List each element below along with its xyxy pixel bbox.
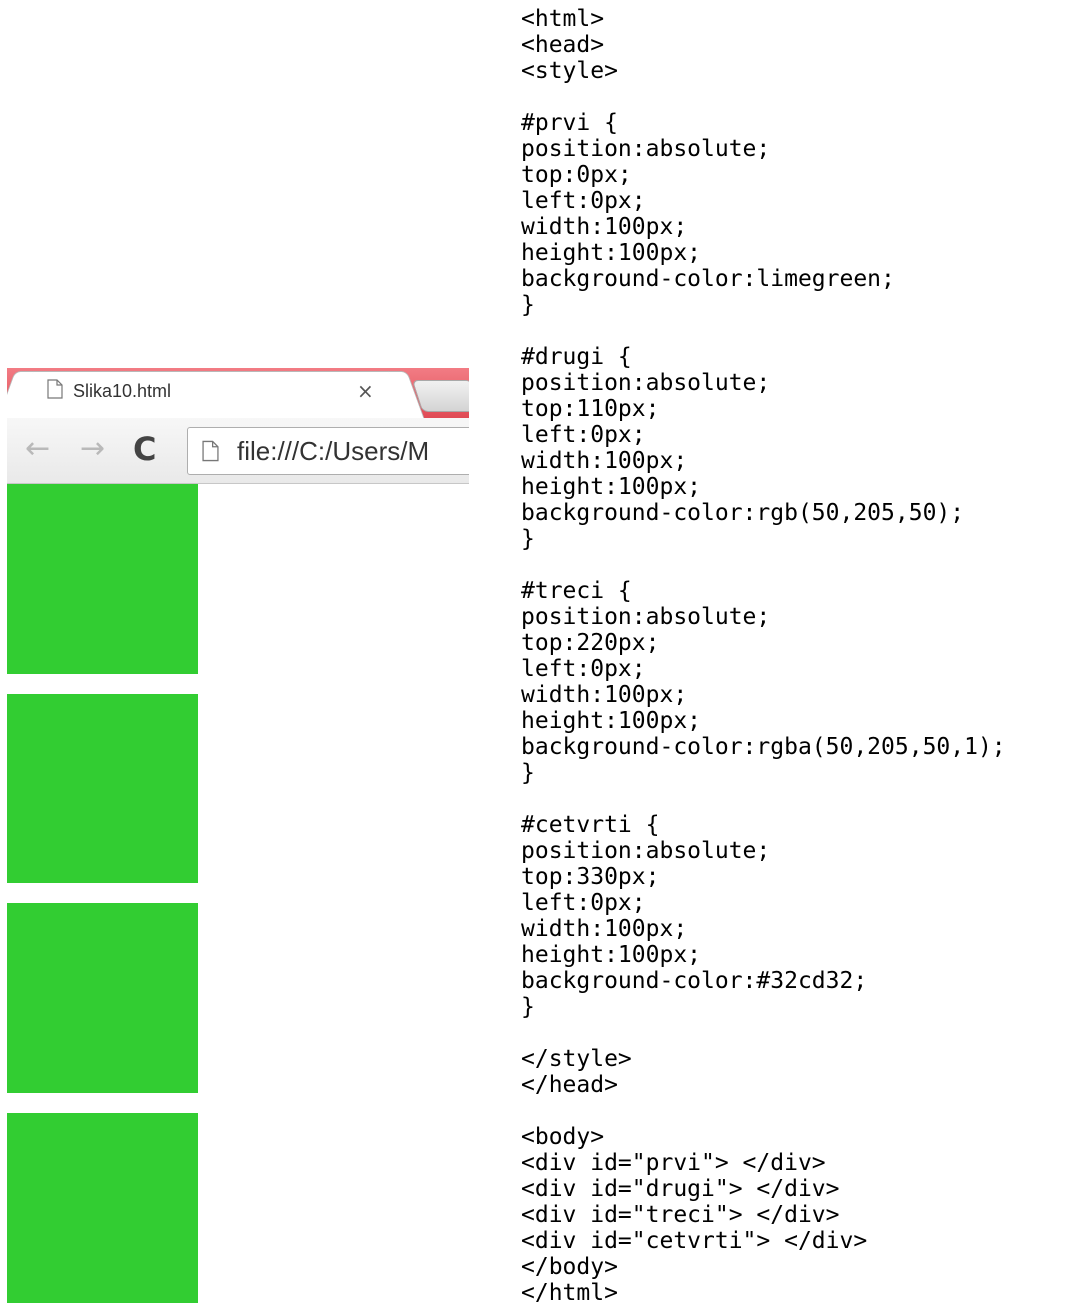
green-box-prvi bbox=[7, 484, 198, 674]
code-line: top:110px; bbox=[521, 396, 660, 422]
code-line: width:100px; bbox=[521, 916, 688, 942]
code-line: background-color:rgb(50,205,50); bbox=[521, 500, 965, 526]
green-box-cetvrti bbox=[7, 1113, 198, 1303]
code-line: </style> bbox=[521, 1046, 632, 1072]
code-line: } bbox=[521, 292, 535, 318]
code-line: left:0px; bbox=[521, 656, 646, 682]
code-line: height:100px; bbox=[521, 708, 702, 734]
source-code: <html> <head> <style> #prvi {position:absol… bbox=[521, 6, 1006, 1306]
code-line: position:absolute; bbox=[521, 604, 771, 630]
code-line: background-color:#32cd32; bbox=[521, 968, 868, 994]
code-line: <head> bbox=[521, 32, 605, 58]
code-line: position:absolute; bbox=[521, 838, 771, 864]
code-line: } bbox=[521, 526, 535, 552]
tab-title: Slika10.html bbox=[73, 381, 172, 401]
address-bar[interactable]: file:///C:/Users/M bbox=[187, 427, 469, 475]
code-line: top:330px; bbox=[521, 864, 660, 890]
code-line: background-color:limegreen; bbox=[521, 266, 895, 292]
code-line: </html> bbox=[521, 1280, 618, 1306]
page-icon bbox=[202, 440, 219, 462]
code-line: #prvi { bbox=[521, 110, 618, 136]
code-line: background-color:rgba(50,205,50,1); bbox=[521, 734, 1006, 760]
green-box-drugi bbox=[7, 694, 198, 883]
code-line: width:100px; bbox=[521, 448, 688, 474]
code-line: <div id="drugi"> </div> bbox=[521, 1176, 840, 1202]
code-line: <div id="prvi"> </div> bbox=[521, 1150, 826, 1176]
code-line: <body> bbox=[521, 1124, 605, 1150]
code-line: #cetvrti { bbox=[521, 812, 660, 838]
code-line: height:100px; bbox=[521, 942, 702, 968]
forward-arrow-icon[interactable]: → bbox=[80, 432, 105, 466]
code-line: } bbox=[521, 994, 535, 1020]
code-line: left:0px; bbox=[521, 890, 646, 916]
code-line: width:100px; bbox=[521, 214, 688, 240]
code-line: <style> bbox=[521, 58, 618, 84]
code-line: #treci { bbox=[521, 578, 632, 604]
code-line: position:absolute; bbox=[521, 370, 771, 396]
code-line: left:0px; bbox=[521, 422, 646, 448]
code-line: </head> bbox=[521, 1072, 618, 1098]
reload-icon[interactable]: C bbox=[133, 430, 156, 468]
code-line: <div id="cetvrti"> </div> bbox=[521, 1228, 868, 1254]
code-line: <html> bbox=[521, 6, 605, 32]
code-line: #drugi { bbox=[521, 344, 632, 370]
green-box-treci bbox=[7, 903, 198, 1093]
browser-toolbar: ← → C file:///C:/Users/M bbox=[7, 418, 469, 484]
code-line: } bbox=[521, 760, 535, 786]
back-arrow-icon[interactable]: ← bbox=[25, 432, 50, 466]
code-line: position:absolute; bbox=[521, 136, 771, 162]
page-viewport bbox=[7, 484, 469, 1314]
code-line: top:220px; bbox=[521, 630, 660, 656]
tab-strip: Slika10.html × bbox=[7, 368, 469, 418]
new-tab-button[interactable] bbox=[411, 380, 469, 412]
code-line: height:100px; bbox=[521, 240, 702, 266]
code-line: <div id="treci"> </div> bbox=[521, 1202, 840, 1228]
browser-window: Slika10.html × ← → C file:///C:/Users/M bbox=[7, 368, 469, 1314]
code-line: width:100px; bbox=[521, 682, 688, 708]
code-line: left:0px; bbox=[521, 188, 646, 214]
page-icon bbox=[47, 379, 63, 399]
close-icon[interactable]: × bbox=[357, 379, 374, 403]
code-line: top:0px; bbox=[521, 162, 632, 188]
code-line: height:100px; bbox=[521, 474, 702, 500]
address-url: file:///C:/Users/M bbox=[237, 436, 430, 466]
code-line: </body> bbox=[521, 1254, 618, 1280]
